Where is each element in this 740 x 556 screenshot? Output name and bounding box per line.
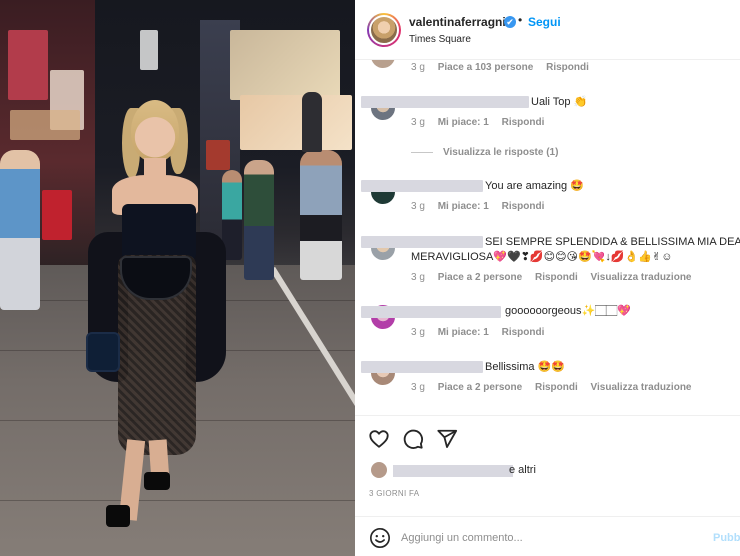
comment-item: You are amazing 🤩 3 g Mi piace: 1 Rispon… xyxy=(355,178,740,218)
comments-list[interactable]: 3 g Piace a 103 persone Rispondi Uali To… xyxy=(355,60,740,415)
translate-button[interactable]: Visualizza traduzione xyxy=(591,382,692,393)
comment-text: Uali Top 👏 xyxy=(531,96,588,108)
post-photo[interactable] xyxy=(0,0,355,556)
comment-text: You are amazing 🤩 xyxy=(485,180,584,192)
billboard xyxy=(10,110,80,140)
comment-likes[interactable]: Piace a 103 persone xyxy=(438,62,534,73)
comment-likes[interactable]: Piace a 2 persone xyxy=(438,382,523,393)
reply-button[interactable]: Rispondi xyxy=(502,117,545,128)
redacted-username xyxy=(361,180,483,192)
redacted-username xyxy=(361,236,483,248)
comment-meta: 3 g Mi piace: 1 Rispondi xyxy=(411,201,554,212)
comment-time: 3 g xyxy=(411,382,425,393)
comment-composer: Aggiungi un commento... Pubblica xyxy=(355,516,740,556)
liked-by-suffix[interactable]: e altri xyxy=(509,464,536,476)
comment-time: 3 g xyxy=(411,327,425,338)
comment-item: SEI SEMPRE SPLENDIDA & BELLISSIMA MIA DE… xyxy=(355,232,740,292)
redacted-username xyxy=(361,96,529,108)
redacted-username xyxy=(361,361,483,373)
reply-button[interactable]: Rispondi xyxy=(502,327,545,338)
view-replies-label: Visualizza le risposte (1) xyxy=(443,147,559,158)
billboard xyxy=(240,95,352,150)
reply-button[interactable]: Rispondi xyxy=(535,382,578,393)
reply-button[interactable]: Rispondi xyxy=(535,272,578,283)
verified-badge-icon: ✔ xyxy=(504,16,516,28)
comment-item: 3 g Piace a 103 persone Rispondi xyxy=(355,60,740,84)
redacted-liker xyxy=(393,465,513,477)
comment-meta: 3 g Mi piace: 1 Rispondi xyxy=(411,117,554,128)
post-header: valentinaferragni ✔ • Segui Times Square xyxy=(355,0,740,60)
view-replies-button[interactable]: Visualizza le risposte (1) xyxy=(411,147,558,158)
pedestrian xyxy=(0,150,40,310)
comment-text: Bellissima 🤩🤩 xyxy=(485,361,565,373)
comment-likes[interactable]: Mi piace: 1 xyxy=(438,327,489,338)
liker-avatar xyxy=(371,462,387,478)
separator-dot: • xyxy=(518,13,523,27)
avatar-image xyxy=(369,15,399,45)
avatar[interactable] xyxy=(367,13,401,47)
streetlight xyxy=(140,30,158,70)
heart-icon[interactable] xyxy=(368,428,390,450)
follow-button[interactable]: Segui xyxy=(528,15,561,29)
username[interactable]: valentinaferragni xyxy=(409,15,506,29)
pedestrian xyxy=(244,160,274,280)
pavement-seam xyxy=(0,500,355,501)
post-actions-bar xyxy=(355,415,740,459)
location-link[interactable]: Times Square xyxy=(409,34,471,45)
model-face xyxy=(131,100,179,162)
reply-button[interactable]: Rispondi xyxy=(546,62,589,73)
model-shoe xyxy=(144,472,170,490)
comment-input[interactable]: Aggiungi un commento... xyxy=(401,527,701,549)
replies-line xyxy=(411,151,433,153)
translate-button[interactable]: Visualizza traduzione xyxy=(591,272,692,283)
comment-likes[interactable]: Mi piace: 1 xyxy=(438,117,489,128)
model-handbag xyxy=(86,332,120,372)
comment-icon[interactable] xyxy=(402,428,424,450)
comment-time: 3 g xyxy=(411,62,425,73)
comment-time: 3 g xyxy=(411,201,425,212)
liked-by-row[interactable]: e altri xyxy=(355,458,740,482)
model-top xyxy=(122,204,196,260)
billboard xyxy=(230,30,340,100)
comment-time: 3 g xyxy=(411,117,425,128)
comment-meta: 3 g Piace a 2 persone Rispondi Visualizz… xyxy=(411,382,701,393)
post-comment-button[interactable]: Pubblica xyxy=(713,527,740,549)
billboard xyxy=(8,30,48,100)
comment-time: 3 g xyxy=(411,272,425,283)
comment-meta: 3 g Mi piace: 1 Rispondi xyxy=(411,327,554,338)
commenter-avatar[interactable] xyxy=(371,60,395,68)
post-side-panel: valentinaferragni ✔ • Segui Times Square… xyxy=(355,0,740,556)
comment-likes[interactable]: Mi piace: 1 xyxy=(438,201,489,212)
model-shoe xyxy=(106,505,130,527)
comment-text-line: SEI SEMPRE SPLENDIDA & BELLISSIMA MIA DE… xyxy=(485,236,740,248)
billboard xyxy=(206,140,230,170)
comment-item: Uali Top 👏 3 g Mi piace: 1 Rispondi xyxy=(355,92,740,172)
reply-button[interactable]: Rispondi xyxy=(502,201,545,212)
comment-meta: 3 g Piace a 103 persone Rispondi xyxy=(411,62,599,73)
comment-item: Bellissima 🤩🤩 3 g Piace a 2 persone Risp… xyxy=(355,359,740,399)
share-icon[interactable] xyxy=(436,428,458,450)
comment-item: goooooorgeous✨🏻🏻💖 3 g Mi piace: 1 Rispon… xyxy=(355,303,740,343)
statue xyxy=(302,92,322,152)
comment-likes[interactable]: Piace a 2 persone xyxy=(438,272,523,283)
post-timestamp[interactable]: 3 GIORNI FA xyxy=(369,489,419,498)
smile-icon[interactable] xyxy=(369,527,391,549)
redacted-username xyxy=(361,306,501,318)
comment-text: goooooorgeous✨🏻🏻💖 xyxy=(505,305,631,317)
vending-box xyxy=(42,190,72,240)
pedestrian xyxy=(300,150,342,280)
comment-text-line: MERAVIGLIOSA💖🖤❣💋😊😊😘🤩💘↓💋👌👍✌☺ xyxy=(411,251,673,263)
comment-meta: 3 g Piace a 2 persone Rispondi Visualizz… xyxy=(411,272,701,283)
